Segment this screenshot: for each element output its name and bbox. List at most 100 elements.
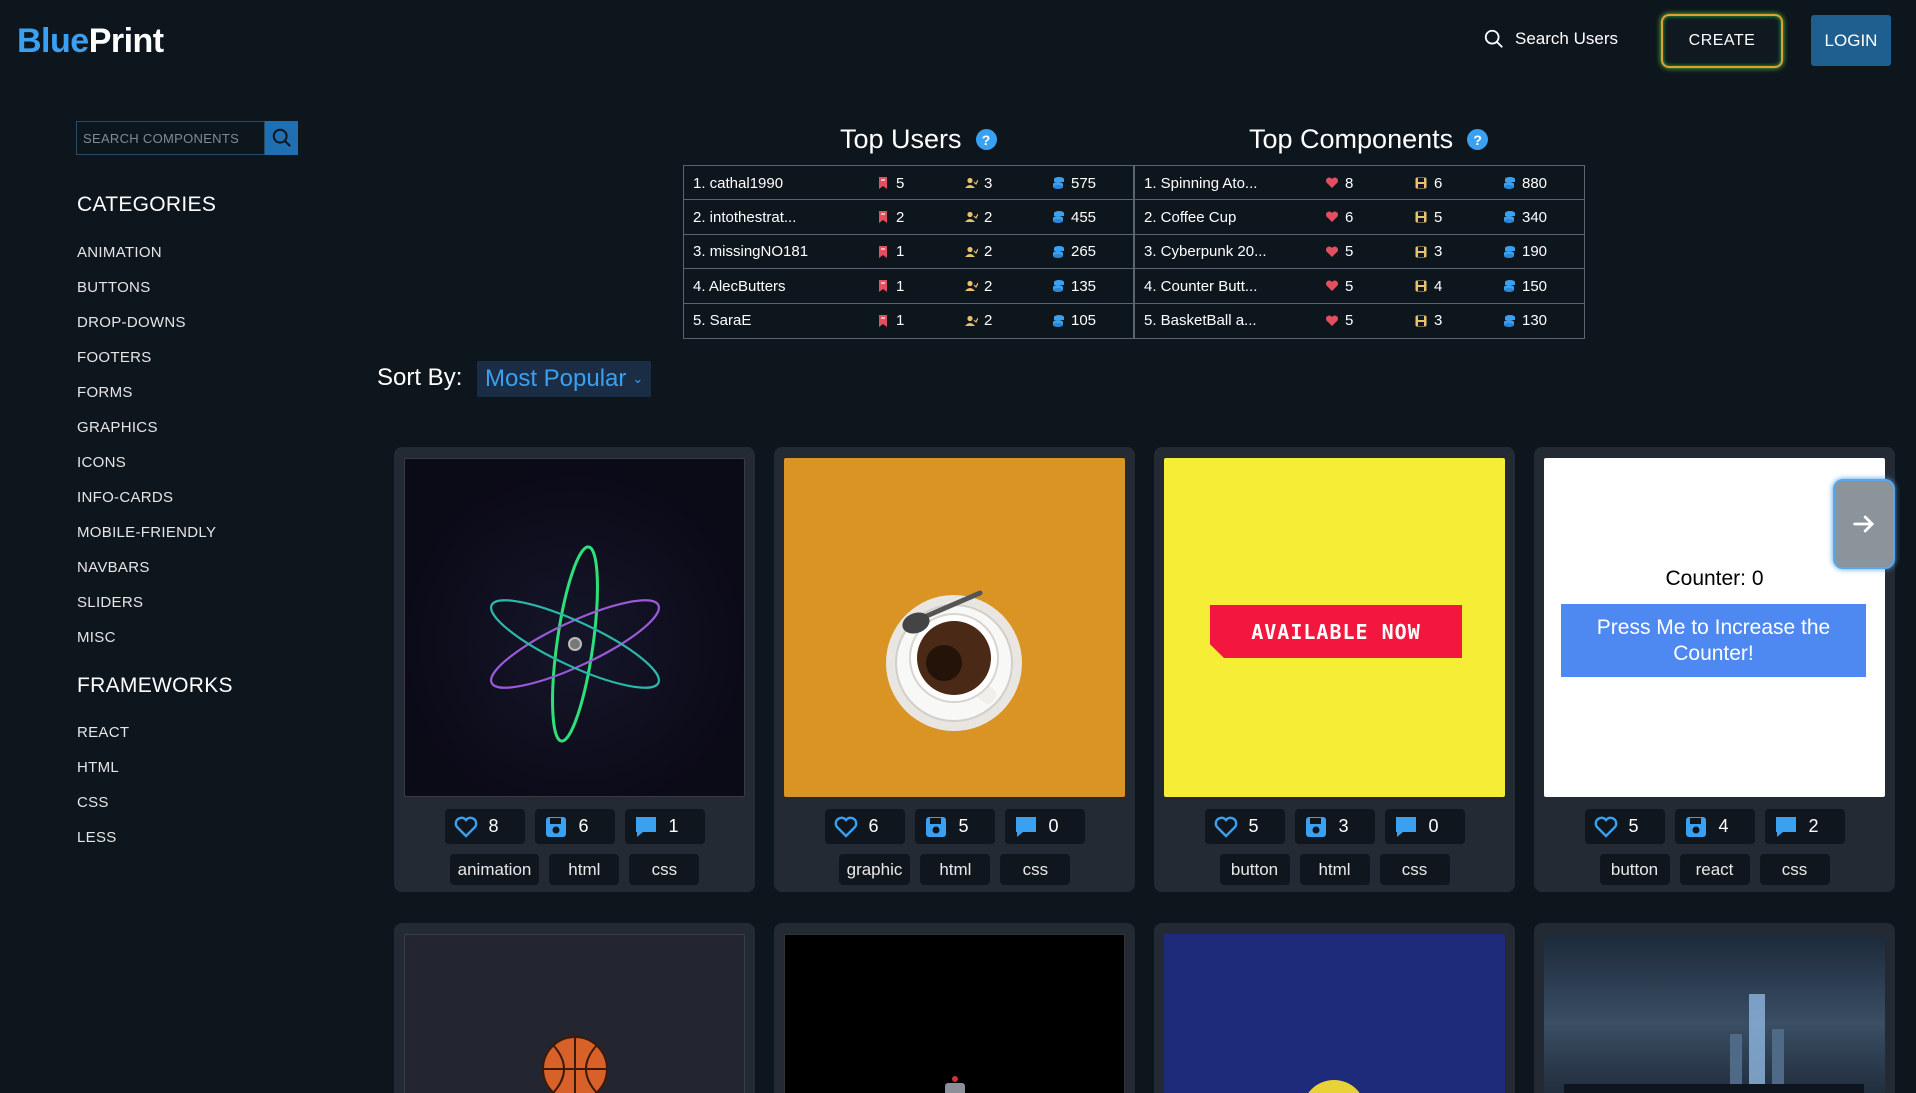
category-drop-downs[interactable]: DROP-DOWNS: [77, 305, 216, 340]
login-button[interactable]: LOGIN: [1811, 15, 1891, 66]
tag-chip[interactable]: css: [1000, 854, 1071, 885]
card-preview-coffee[interactable]: [784, 458, 1125, 797]
category-misc[interactable]: MISC: [77, 620, 216, 655]
tag-chip[interactable]: animation: [449, 854, 540, 885]
user-followers-value: 3: [984, 174, 993, 192]
user-followers-value: 2: [984, 208, 993, 226]
help-icon[interactable]: ?: [1467, 129, 1489, 150]
tag-chip[interactable]: button: [1219, 854, 1290, 885]
leaderboard-row[interactable]: 1. cathal1990 5 3 575: [684, 166, 1133, 201]
user-name-value: 5. SaraE: [693, 312, 752, 330]
tag-chip[interactable]: css: [1379, 854, 1450, 885]
component-card[interactable]: AVAILABLE NOW 5 3 0 button html css: [1154, 447, 1515, 892]
leaderboard-row[interactable]: 2. intothestrat... 2 2 455: [684, 200, 1133, 235]
category-footers[interactable]: FOOTERS: [77, 340, 216, 375]
comment-icon: [1013, 814, 1039, 840]
user-name: 1. cathal1990: [693, 166, 783, 200]
framework-css[interactable]: CSS: [77, 785, 129, 820]
create-button[interactable]: CREATE: [1661, 14, 1783, 68]
card-tags: button react css: [1534, 854, 1895, 885]
component-search-button[interactable]: [265, 121, 298, 155]
like-icon: [453, 814, 479, 840]
tag-chip[interactable]: react: [1679, 854, 1750, 885]
card-preview-basketball[interactable]: [404, 934, 745, 1093]
component-name-value: 3. Cyberpunk 20...: [1144, 243, 1267, 261]
save-button[interactable]: 6: [534, 809, 615, 844]
tag-chip[interactable]: graphic: [838, 854, 911, 885]
leaderboard-row[interactable]: 5. SaraE 1 2 105: [684, 304, 1133, 338]
category-animation[interactable]: ANIMATION: [77, 235, 216, 270]
leaderboard-row[interactable]: 4. Counter Butt... 5 4 150: [1135, 269, 1584, 304]
category-info-cards[interactable]: INFO-CARDS: [77, 480, 216, 515]
leaderboard-row[interactable]: 2. Coffee Cup 6 5 340: [1135, 200, 1584, 235]
user-coins: 135: [1051, 269, 1096, 303]
comment-icon: [633, 814, 659, 840]
user-coins-value: 105: [1071, 312, 1097, 330]
component-card[interactable]: [1154, 923, 1515, 1093]
framework-less[interactable]: LESS: [77, 820, 129, 855]
sort-select[interactable]: Most Popular ⌄: [477, 361, 652, 397]
coins-icon: [1051, 176, 1065, 190]
framework-react[interactable]: REACT: [77, 715, 129, 750]
framework-html[interactable]: HTML: [77, 750, 129, 785]
leaderboard-row[interactable]: 4. AlecButters 1 2 135: [684, 269, 1133, 304]
tag-chip[interactable]: css: [1759, 854, 1830, 885]
help-icon[interactable]: ?: [975, 129, 997, 150]
component-coins: 880: [1502, 166, 1547, 200]
user-followers-value: 2: [984, 277, 993, 295]
tag-chip[interactable]: button: [1599, 854, 1670, 885]
tag-chip[interactable]: html: [549, 854, 620, 885]
comment-button[interactable]: 0: [1004, 809, 1085, 844]
user-bookmarks: 1: [876, 235, 904, 269]
tag-chip[interactable]: css: [629, 854, 700, 885]
like-button[interactable]: 6: [824, 809, 905, 844]
card-preview-cityscape[interactable]: [1544, 934, 1885, 1093]
search-users-link[interactable]: Search Users: [1483, 28, 1618, 50]
category-mobile-friendly[interactable]: MOBILE-FRIENDLY: [77, 515, 216, 550]
leaderboard-row[interactable]: 3. missingNO181 1 2 265: [684, 235, 1133, 270]
card-stats: 5 3 0: [1154, 809, 1515, 844]
tag-chip[interactable]: html: [920, 854, 991, 885]
card-preview-cyberpunk[interactable]: AVAILABLE NOW: [1164, 458, 1505, 797]
card-preview-atom[interactable]: [404, 458, 745, 797]
card-preview-emoji[interactable]: [1164, 934, 1505, 1093]
card-tags: graphic html css: [774, 854, 1135, 885]
component-card[interactable]: [1534, 923, 1895, 1093]
category-buttons[interactable]: BUTTONS: [77, 270, 216, 305]
heart-icon: [1325, 245, 1339, 259]
bookmark-icon: [876, 210, 890, 224]
component-name-value: 4. Counter Butt...: [1144, 277, 1258, 295]
component-name-value: 5. BasketBall a...: [1144, 312, 1257, 330]
next-arrow-button[interactable]: [1833, 479, 1895, 569]
category-icons[interactable]: ICONS: [77, 445, 216, 480]
component-likes-value: 5: [1345, 277, 1354, 295]
tag-chip[interactable]: html: [1299, 854, 1370, 885]
save-button[interactable]: 4: [1674, 809, 1755, 844]
component-card[interactable]: [774, 923, 1135, 1093]
component-card[interactable]: 6 5 0 graphic html css: [774, 447, 1135, 892]
component-saves: 3: [1414, 304, 1442, 338]
leaderboard-row[interactable]: 3. Cyberpunk 20... 5 3 190: [1135, 235, 1584, 270]
comment-button[interactable]: 0: [1384, 809, 1465, 844]
coins-icon: [1502, 245, 1516, 259]
category-navbars[interactable]: NAVBARS: [77, 550, 216, 585]
comment-button[interactable]: 2: [1764, 809, 1845, 844]
save-button[interactable]: 3: [1294, 809, 1375, 844]
leaderboard-row[interactable]: 5. BasketBall a... 5 3 130: [1135, 304, 1584, 338]
like-button[interactable]: 8: [444, 809, 525, 844]
like-button[interactable]: 5: [1584, 809, 1665, 844]
logo[interactable]: BluePrint: [17, 22, 164, 61]
category-forms[interactable]: FORMS: [77, 375, 216, 410]
card-stats: 5 4 2: [1534, 809, 1895, 844]
component-card[interactable]: 8 6 1 animation html css: [394, 447, 755, 892]
like-button[interactable]: 5: [1204, 809, 1285, 844]
user-followers-value: 2: [984, 243, 993, 261]
category-graphics[interactable]: GRAPHICS: [77, 410, 216, 445]
category-sliders[interactable]: SLIDERS: [77, 585, 216, 620]
component-search-input[interactable]: [76, 121, 265, 155]
comment-button[interactable]: 1: [624, 809, 705, 844]
component-card[interactable]: [394, 923, 755, 1093]
card-preview-robot[interactable]: [784, 934, 1125, 1093]
save-button[interactable]: 5: [914, 809, 995, 844]
leaderboard-row[interactable]: 1. Spinning Ato... 8 6 880: [1135, 166, 1584, 201]
